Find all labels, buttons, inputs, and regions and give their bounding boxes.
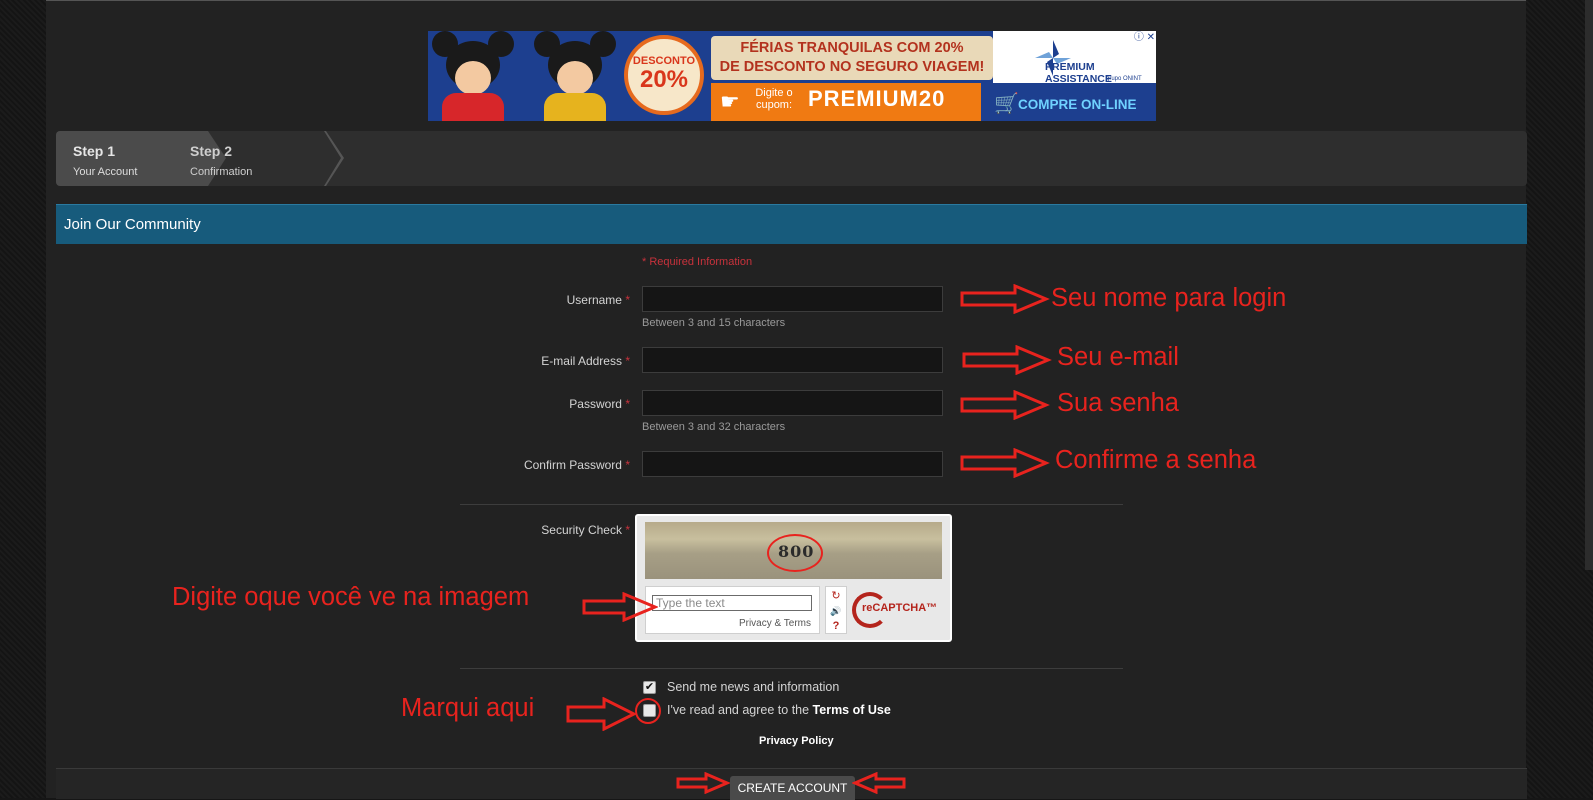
help-icon[interactable]: ? — [829, 619, 843, 633]
mickey-mascot-image — [530, 31, 620, 121]
section-divider — [460, 504, 1123, 505]
step-1-title: Step 1 — [73, 143, 116, 159]
audio-icon[interactable]: 🔊 — [829, 604, 843, 618]
required-star: * — [625, 523, 630, 537]
confirm-password-input[interactable] — [642, 451, 943, 477]
annotation-arrow-icon — [852, 772, 906, 794]
annotation-arrow-icon — [676, 772, 730, 794]
confirm-password-label: Confirm Password * — [470, 458, 630, 472]
pointing-hand-icon: ☛ — [720, 89, 740, 114]
step-2-subtitle: Confirmation — [190, 166, 253, 178]
coupon-label: Digite o cupom: — [755, 87, 793, 111]
annotation-username: Seu nome para login — [1051, 284, 1287, 312]
annotation-captcha: Digite oque você ve na imagem — [172, 583, 530, 611]
ad-headline-line2: DE DESCONTO NO SEGURO VIAGEM! — [719, 59, 985, 75]
password-hint: Between 3 and 32 characters — [642, 421, 786, 433]
step-1-subtitle: Your Account — [73, 166, 138, 178]
step-progress-bar: Step 1 Your Account Step 2 Confirmation — [56, 131, 1527, 186]
ad-brand-sub: grupo ONINT — [1106, 76, 1142, 82]
captcha-input-panel: Privacy & Terms — [645, 586, 820, 634]
annotation-arrow-icon — [566, 697, 638, 731]
ad-headline-line1: FÉRIAS TRANQUILAS COM 20% — [740, 40, 964, 56]
annotation-arrow-icon — [960, 390, 1050, 420]
captcha-response-input[interactable] — [652, 595, 812, 611]
section-title: Join Our Community — [64, 216, 201, 233]
username-input[interactable] — [642, 286, 943, 312]
username-label: Username * — [470, 293, 630, 307]
password-label-text: Password — [569, 397, 622, 411]
minnie-mascot-image — [428, 31, 518, 121]
discount-value: 20% — [639, 66, 689, 93]
discount-badge: DESCONTO 20% — [624, 35, 704, 115]
ad-banner[interactable]: DESCONTO 20% FÉRIAS TRANQUILAS COM 20% D… — [428, 31, 1156, 121]
ad-headline: FÉRIAS TRANQUILAS COM 20% DE DESCONTO NO… — [711, 36, 993, 80]
annotation-arrow-icon — [962, 345, 1052, 375]
confirm-password-label-text: Confirm Password — [523, 458, 622, 472]
terms-highlight-circle — [635, 698, 661, 724]
annotation-arrow-icon — [960, 448, 1050, 478]
email-input[interactable] — [642, 347, 943, 373]
annotation-arrow-icon — [960, 284, 1050, 314]
step-separator-chevron — [324, 131, 344, 186]
annotation-password: Sua senha — [1057, 389, 1179, 417]
recaptcha-brand: reCAPTCHA™ — [862, 602, 938, 614]
password-label: Password * — [470, 397, 630, 411]
annotation-arrow-icon — [582, 592, 658, 622]
terms-checkbox-label: I've read and agree to the Terms of Use — [667, 703, 891, 717]
captcha-privacy-link[interactable]: Privacy & Terms — [739, 618, 811, 629]
email-label: E-mail Address * — [470, 354, 630, 368]
annotation-terms: Marqui aqui — [401, 694, 535, 722]
news-checkbox[interactable]: ✔ — [643, 681, 656, 694]
cart-icon: 🛒 — [994, 93, 1019, 115]
required-star: * — [625, 397, 630, 411]
email-label-text: E-mail Address — [541, 354, 622, 368]
security-check-label: Security Check * — [470, 523, 630, 537]
terms-of-use-link[interactable]: Terms of Use — [813, 703, 891, 717]
news-checkbox-label: Send me news and information — [667, 680, 840, 694]
captcha-controls: ↻ 🔊 ? — [825, 586, 847, 634]
username-hint: Between 3 and 15 characters — [642, 317, 786, 329]
username-label-text: Username — [566, 293, 622, 307]
scrollbar[interactable] — [1585, 0, 1593, 570]
required-star: * — [625, 293, 630, 307]
section-header: Join Our Community — [56, 204, 1527, 244]
coupon-code: PREMIUM20 — [808, 86, 946, 111]
annotation-email: Seu e-mail — [1057, 343, 1179, 371]
required-star: * — [625, 354, 630, 368]
step-2-title: Step 2 — [190, 143, 233, 159]
top-border — [46, 0, 1526, 1]
required-info-note: * Required Information — [642, 256, 753, 268]
required-star: * — [625, 458, 630, 472]
ad-close-icon[interactable]: ⓘ ✕ — [1133, 32, 1155, 44]
captcha-highlight-circle — [767, 534, 823, 572]
security-check-label-text: Security Check — [541, 523, 622, 537]
section-divider — [460, 668, 1123, 669]
create-account-button[interactable]: CREATE ACCOUNT — [730, 776, 855, 800]
password-input[interactable] — [642, 390, 943, 416]
reload-icon[interactable]: ↻ — [829, 589, 843, 603]
annotation-confirm: Confirme a senha — [1055, 446, 1257, 474]
ad-cta[interactable]: COMPRE ON-LINE — [1018, 97, 1137, 112]
terms-prefix: I've read and agree to the — [667, 703, 813, 717]
privacy-policy-link[interactable]: Privacy Policy — [759, 735, 834, 747]
